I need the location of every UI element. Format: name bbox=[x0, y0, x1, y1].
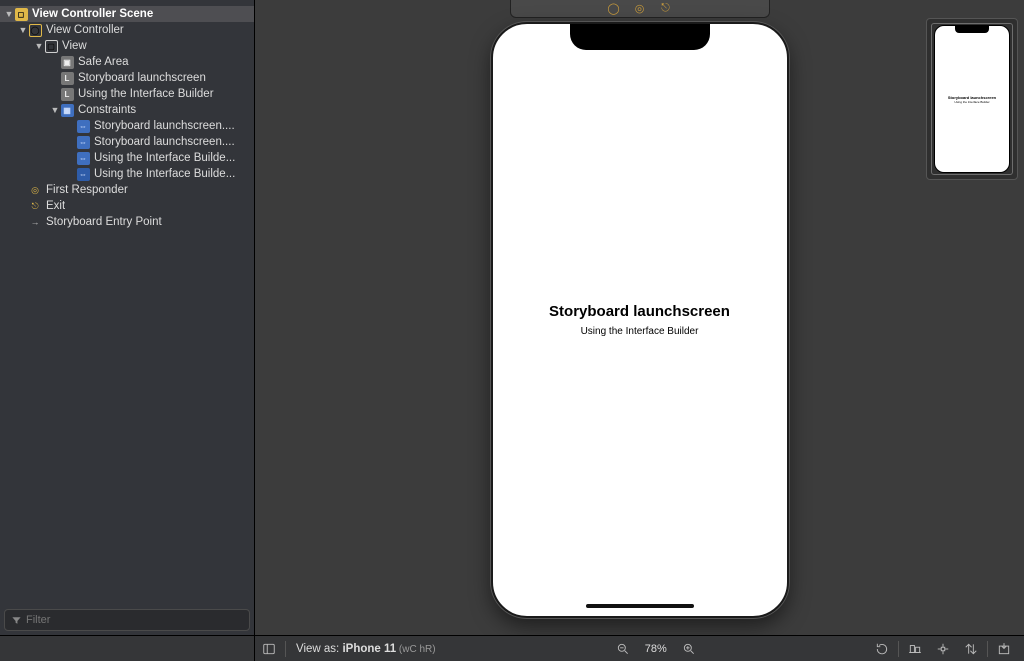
outline-item-label: View Controller bbox=[46, 24, 124, 36]
separator bbox=[898, 641, 899, 657]
outline-constraint[interactable]: ⇔ Using the Interface Builde... bbox=[0, 150, 254, 166]
outline-constraint[interactable]: ⇔ Using the Interface Builde... bbox=[0, 166, 254, 182]
view-controller-dock-icon[interactable]: ◯ bbox=[608, 3, 620, 15]
outline-item-label: Storyboard launchscreen.... bbox=[94, 120, 235, 132]
disclosure-triangle-icon[interactable]: ▼ bbox=[34, 41, 44, 51]
outline-constraints-group[interactable]: ▼ ▦ Constraints bbox=[0, 102, 254, 118]
device-content-area: Storyboard launchscreen Using the Interf… bbox=[493, 24, 787, 616]
first-responder-dock-icon[interactable]: ◎ bbox=[634, 3, 646, 15]
view-controller-icon: ◯ bbox=[29, 24, 42, 37]
outline-item-label: Using the Interface Builde... bbox=[94, 168, 235, 180]
minimap-device: Storyboard launchscreen Using the Interf… bbox=[934, 25, 1010, 173]
disclosure-triangle-icon[interactable]: ▼ bbox=[4, 9, 14, 19]
outline-constraint[interactable]: ⇔ Storyboard launchscreen.... bbox=[0, 134, 254, 150]
zoom-in-button[interactable] bbox=[675, 636, 703, 661]
filter-icon bbox=[11, 615, 22, 626]
constraints-group-icon: ▦ bbox=[61, 104, 74, 117]
update-frames-button[interactable] bbox=[868, 636, 896, 661]
outline-exit[interactable]: ⎋ Exit bbox=[0, 198, 254, 214]
canvas-bottom-bar: View as: iPhone 11 (wC hR) 78% bbox=[0, 635, 1024, 661]
outline-label-title[interactable]: L Storyboard launchscreen bbox=[0, 70, 254, 86]
outline-filter-field[interactable] bbox=[4, 609, 250, 631]
view-as-traits: (wC hR) bbox=[396, 644, 435, 655]
disclosure-triangle-icon[interactable]: ▼ bbox=[50, 105, 60, 115]
outline-constraint[interactable]: ⇔ Storyboard launchscreen.... bbox=[0, 118, 254, 134]
document-outline-panel: ▼ ◻ View Controller Scene ▼ ◯ View Contr… bbox=[0, 0, 255, 635]
outline-item-label: Exit bbox=[46, 200, 65, 212]
toggle-outline-button[interactable] bbox=[255, 636, 283, 661]
exit-icon: ⎋ bbox=[28, 199, 42, 213]
interface-builder-canvas[interactable]: ◯ ◎ ⎋ Storyboard launchscreen Using the … bbox=[255, 0, 1024, 635]
outline-entry-point[interactable]: → Storyboard Entry Point bbox=[0, 214, 254, 230]
view-as-prefix: View as: bbox=[296, 643, 342, 655]
view-icon: ▢ bbox=[45, 40, 58, 53]
launchscreen-subtitle-label[interactable]: Using the Interface Builder bbox=[581, 326, 699, 337]
scene-dock[interactable]: ◯ ◎ ⎋ bbox=[510, 0, 770, 18]
constraint-icon: ⇔ bbox=[77, 136, 90, 149]
label-icon: L bbox=[61, 72, 74, 85]
zoom-percentage[interactable]: 78% bbox=[645, 643, 667, 655]
embed-in-button[interactable] bbox=[990, 636, 1018, 661]
resolve-issues-button[interactable] bbox=[957, 636, 985, 661]
first-responder-icon: ◎ bbox=[28, 183, 42, 197]
outline-view[interactable]: ▼ ▢ View bbox=[0, 38, 254, 54]
constraint-icon: ⇔ bbox=[77, 168, 90, 181]
disclosure-triangle-icon[interactable]: ▼ bbox=[18, 25, 28, 35]
outline-scene-label: View Controller Scene bbox=[32, 8, 153, 20]
constraint-icon: ⇔ bbox=[77, 120, 90, 133]
outline-item-label: Storyboard launchscreen bbox=[78, 72, 206, 84]
outline-filter-input[interactable] bbox=[26, 614, 243, 626]
entry-point-icon: → bbox=[28, 215, 42, 229]
outline-item-label: Using the Interface Builde... bbox=[94, 152, 235, 164]
zoom-out-button[interactable] bbox=[609, 636, 637, 661]
view-as-device: iPhone 11 bbox=[342, 643, 396, 655]
outline-scene-header[interactable]: ▼ ◻ View Controller Scene bbox=[0, 6, 254, 22]
device-preview-frame[interactable]: Storyboard launchscreen Using the Interf… bbox=[491, 22, 789, 618]
constraint-icon: ⇔ bbox=[77, 152, 90, 165]
outline-item-label: Storyboard Entry Point bbox=[46, 216, 162, 228]
outline-safe-area[interactable]: ▣ Safe Area bbox=[0, 54, 254, 70]
outline-first-responder[interactable]: ◎ First Responder bbox=[0, 182, 254, 198]
outline-view-controller[interactable]: ▼ ◯ View Controller bbox=[0, 22, 254, 38]
safe-area-icon: ▣ bbox=[61, 56, 74, 69]
outline-label-subtitle[interactable]: L Using the Interface Builder bbox=[0, 86, 254, 102]
exit-dock-icon[interactable]: ⎋ bbox=[660, 3, 672, 15]
separator bbox=[285, 641, 286, 657]
zoom-controls: 78% bbox=[599, 636, 713, 661]
align-button[interactable] bbox=[901, 636, 929, 661]
home-indicator bbox=[586, 604, 694, 608]
outline-item-label: Safe Area bbox=[78, 56, 129, 68]
storyboard-scene-icon: ◻ bbox=[15, 8, 28, 21]
outline-tree[interactable]: ▼ ◻ View Controller Scene ▼ ◯ View Contr… bbox=[0, 0, 254, 605]
launchscreen-title-label[interactable]: Storyboard launchscreen bbox=[549, 303, 730, 320]
outline-item-label: Constraints bbox=[78, 104, 136, 116]
canvas-minimap[interactable]: Storyboard launchscreen Using the Interf… bbox=[926, 18, 1018, 180]
view-as-control[interactable]: View as: iPhone 11 (wC hR) bbox=[288, 643, 444, 655]
minimap-subtitle: Using the Interface Builder bbox=[935, 100, 1009, 104]
label-icon: L bbox=[61, 88, 74, 101]
outline-item-label: Using the Interface Builder bbox=[78, 88, 214, 100]
outline-item-label: View bbox=[62, 40, 87, 52]
separator bbox=[987, 641, 988, 657]
outline-item-label: First Responder bbox=[46, 184, 128, 196]
add-constraints-button[interactable] bbox=[929, 636, 957, 661]
outline-item-label: Storyboard launchscreen.... bbox=[94, 136, 235, 148]
